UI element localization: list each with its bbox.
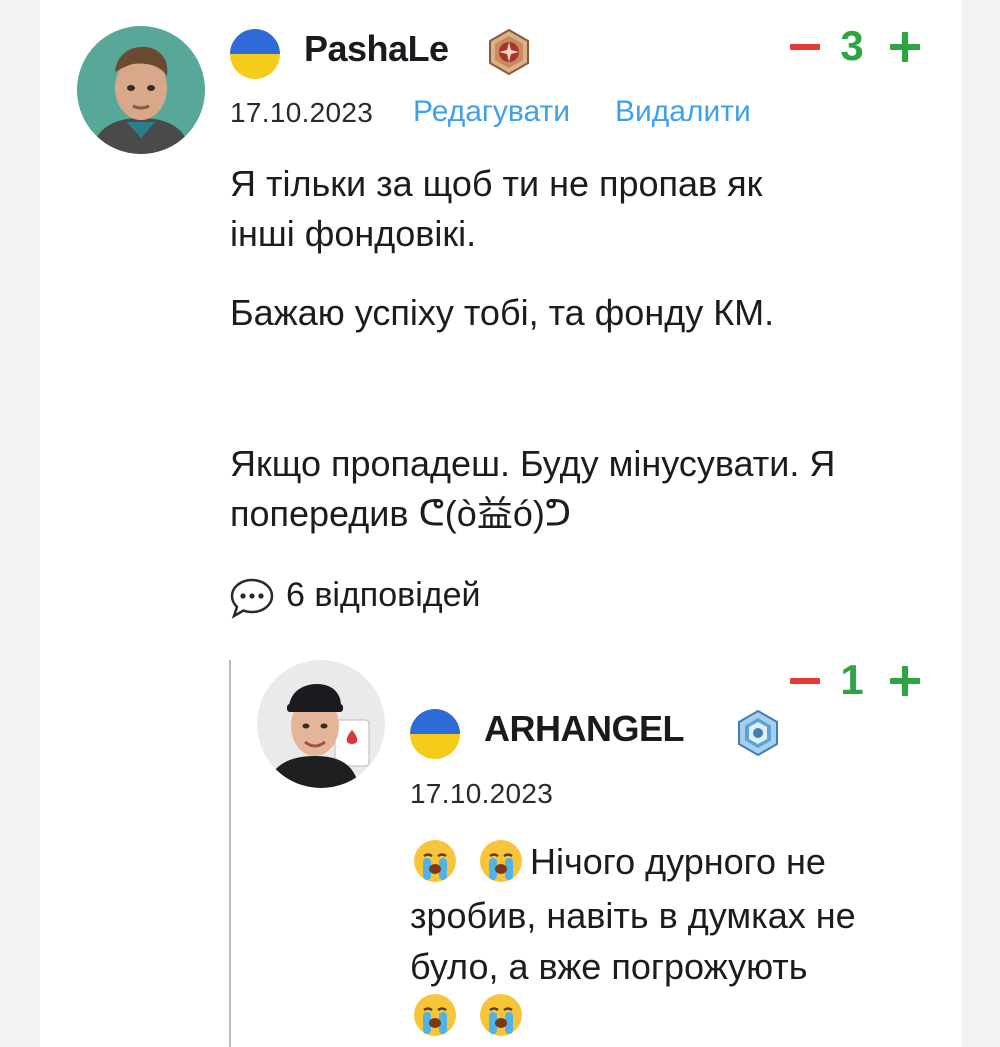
ukraine-flag-icon <box>410 709 460 759</box>
reply-text-line: зробив, навіть в думках не <box>410 895 856 936</box>
comment-bubble-icon[interactable] <box>229 577 275 619</box>
upvote-button[interactable] <box>890 32 920 62</box>
rank-badge-bronze-icon <box>485 28 533 76</box>
downvote-button[interactable] <box>790 678 820 684</box>
comment-text-line: попередив ᕦ(ò益ó)ᕤ <box>230 493 572 534</box>
replies-count-link[interactable]: 6 відповідей <box>286 576 481 615</box>
crying-face-icon <box>412 992 458 1038</box>
score: 3 <box>840 22 864 69</box>
edit-link[interactable]: Редагувати <box>413 95 570 129</box>
comment-date: 17.10.2023 <box>230 97 374 128</box>
crying-face-icon <box>478 992 524 1038</box>
crying-face-icon <box>478 838 524 884</box>
avatar[interactable] <box>77 26 205 154</box>
crying-face-icon <box>412 838 458 884</box>
username[interactable]: ARHANGEL <box>484 708 685 750</box>
comment-text-line: інші фондовікі. <box>230 213 477 254</box>
thread-line <box>229 660 231 1047</box>
reply-text-line: Нічого дурного не <box>530 841 826 882</box>
comment-text-line: Я тільки за щоб ти не пропав як <box>230 163 763 204</box>
score: 1 <box>840 656 864 703</box>
ukraine-flag-icon <box>230 29 280 79</box>
reply-text-line: було, а вже погрожують <box>410 946 808 987</box>
rank-badge-blue-icon <box>734 709 782 757</box>
delete-link[interactable]: Видалити <box>615 95 751 129</box>
downvote-button[interactable] <box>790 44 820 50</box>
comment-text-line: Бажаю успіху тобі, та фонду КМ. <box>230 292 775 333</box>
avatar[interactable] <box>257 660 385 788</box>
comment-text-line: Якщо пропадеш. Буду мінусувати. Я <box>230 443 836 484</box>
reply-date: 17.10.2023 <box>410 778 554 809</box>
comments-panel: PashaLe 3 17.10.2023 Редагувати Видалити… <box>40 0 962 1047</box>
upvote-button[interactable] <box>890 666 920 696</box>
username[interactable]: PashaLe <box>304 28 449 70</box>
